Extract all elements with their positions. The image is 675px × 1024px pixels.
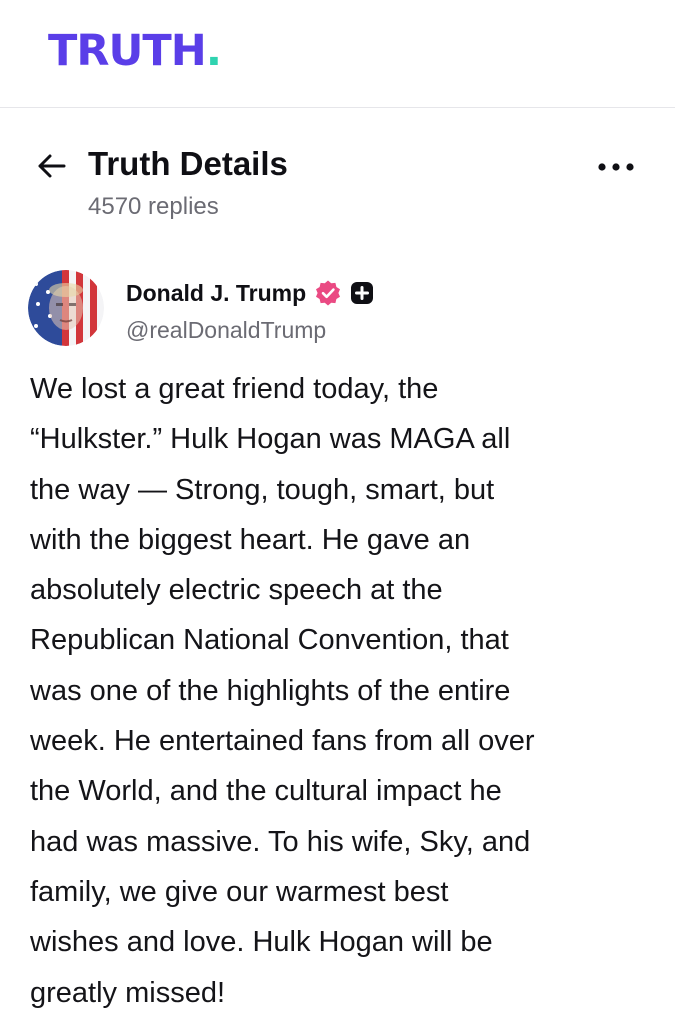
more-horizontal-icon bbox=[598, 163, 634, 171]
author-name[interactable]: Donald J. Trump bbox=[126, 278, 306, 308]
details-bar: Truth Details 4570 replies bbox=[0, 140, 675, 230]
avatar-image bbox=[28, 270, 104, 346]
post-line: the way — Strong, tough, smart, but bbox=[30, 473, 495, 506]
back-button[interactable] bbox=[34, 148, 70, 184]
avatar[interactable] bbox=[28, 270, 104, 346]
post-body: We lost a great friend today, the “Hulks… bbox=[30, 364, 650, 1018]
author-name-row: Donald J. Trump bbox=[126, 278, 374, 308]
page-title: Truth Details bbox=[88, 145, 288, 182]
post-line: was one of the highlights of the entire bbox=[30, 674, 511, 707]
logo-dot: . bbox=[205, 26, 222, 76]
post-line: with the biggest heart. He gave an bbox=[30, 523, 471, 556]
author-handle[interactable]: @realDonaldTrump bbox=[126, 316, 326, 344]
post-line: had was massive. To his wife, Sky, and bbox=[30, 825, 531, 858]
post-line: the World, and the cultural impact he bbox=[30, 775, 502, 808]
post-line: “Hulkster.” Hulk Hogan was MAGA all bbox=[30, 423, 511, 456]
post-line: We lost a great friend today, the bbox=[30, 373, 439, 405]
app-header: TRUTH. bbox=[0, 0, 675, 108]
arrow-left-icon bbox=[38, 154, 66, 178]
post-line: greatly missed! bbox=[30, 976, 226, 1009]
verified-badge-icon bbox=[316, 280, 341, 306]
truth-logo[interactable]: TRUTH. bbox=[48, 26, 222, 76]
logo-text: TRUTH bbox=[48, 26, 207, 76]
post-line: Republican National Convention, that bbox=[30, 624, 509, 657]
post-line: week. He entertained fans from all over bbox=[30, 725, 535, 758]
post-line: absolutely electric speech at the bbox=[30, 574, 443, 607]
plus-badge-icon bbox=[351, 282, 374, 304]
more-options-button[interactable] bbox=[596, 152, 636, 182]
post-author: Donald J. Trump @realDonaldTrump bbox=[0, 270, 675, 350]
post-line: wishes and love. Hulk Hogan will be bbox=[30, 926, 493, 959]
replies-count: 4570 replies bbox=[88, 193, 219, 220]
post-line: family, we give our warmest best bbox=[30, 875, 449, 908]
